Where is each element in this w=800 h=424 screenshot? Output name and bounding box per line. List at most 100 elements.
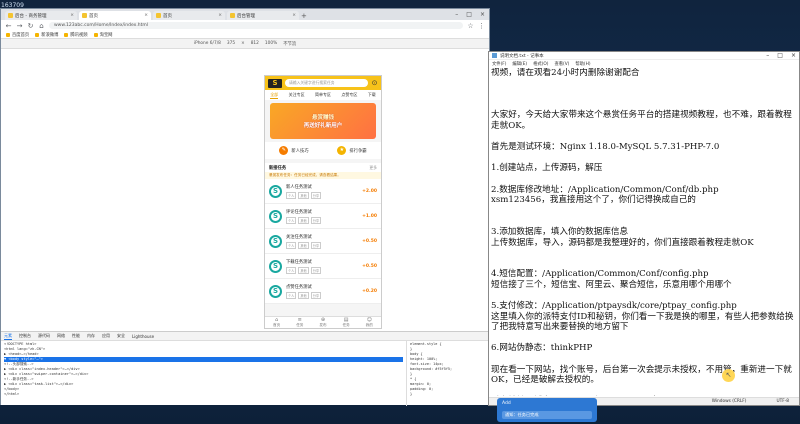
dom-line[interactable]: </html> [4, 392, 403, 397]
tab-category[interactable]: 全部 [270, 92, 279, 99]
star-icon[interactable]: ☆ [467, 22, 474, 30]
tab-category[interactable]: 关注专区 [289, 92, 305, 98]
task-row[interactable]: S 新人任务测试 个人 其他 分享 +2.00 [265, 179, 381, 204]
device-select[interactable]: iPhone 6/7/8 [194, 41, 221, 46]
device-height[interactable]: 812 [251, 41, 259, 46]
notification-icon[interactable]: ⊙ [371, 79, 378, 87]
menu-icon[interactable]: ⋮ [478, 22, 485, 30]
close-icon[interactable]: × [791, 52, 796, 59]
menu-view[interactable]: 查看(V) [554, 61, 569, 67]
encoding: UTF-8 [776, 399, 789, 404]
tab-label: 后台 - 商务管理 [15, 13, 47, 19]
home-icon[interactable]: ⌂ [38, 22, 45, 30]
task-row[interactable]: S 评论任务测试 个人 其他 分享 +1.00 [265, 204, 381, 229]
browser-tab-active[interactable]: 首页 × [79, 11, 151, 20]
close-icon[interactable]: × [70, 13, 74, 18]
tab-favicon-icon [156, 13, 161, 18]
task-tags: 个人 其他 分享 [286, 216, 358, 224]
nav-label: 任务 [342, 323, 350, 327]
tab-category[interactable]: 点赞专区 [341, 92, 357, 98]
close-icon[interactable]: × [480, 11, 485, 18]
menu-format[interactable]: 格式(O) [533, 61, 548, 67]
app-header: S 请输入关键字进行搜索任务 ⊙ [265, 76, 381, 90]
notepad-text-area[interactable]: 视频，请在观看24小时内删除谢谢配合 大家好，今天给大家带来这个悬赏任务平台的搭… [491, 68, 797, 396]
notepad-menu: 文件(F) 编辑(E) 格式(O) 查看(V) 帮助(H) [489, 60, 799, 67]
forward-icon[interactable]: → [16, 22, 23, 30]
bookmark-icon [35, 32, 40, 37]
menu-file[interactable]: 文件(F) [492, 61, 506, 67]
nav-item-home[interactable]: ⌂ 首页 [273, 317, 280, 328]
devtools-tab[interactable]: 控制台 [19, 333, 31, 339]
nav-item-task[interactable]: ≡ 任务 [296, 317, 303, 328]
bookmark-icon [93, 32, 98, 37]
bookmark-item[interactable]: 腾讯视频 [64, 32, 88, 38]
devtools-tab[interactable]: 源代码 [38, 333, 50, 339]
devtools-tab[interactable]: 性能 [72, 333, 80, 339]
task-row[interactable]: S 下载任务测试 个人 其他 分享 +0.50 [265, 254, 381, 279]
browser-tab[interactable]: 后台管理 × [227, 11, 299, 20]
task-tags: 个人 其他 分享 [286, 241, 358, 249]
search-input[interactable]: 请输入关键字进行搜索任务 [285, 79, 368, 87]
throttle-select[interactable]: 不节流 [283, 41, 296, 47]
nav-item-publish[interactable]: ⊕ 发布 [319, 317, 326, 328]
browser-tab[interactable]: 首页 × [153, 11, 225, 20]
leaderboard-button[interactable]: ★ 排行争霸 [337, 146, 367, 155]
maximize-icon[interactable]: □ [466, 11, 472, 18]
task-logo-icon: S [269, 209, 282, 223]
menu-edit[interactable]: 编辑(E) [512, 61, 527, 67]
task-body: 下载任务测试 个人 其他 分享 [286, 259, 358, 274]
nav-item-task2[interactable]: ▤ 任务 [343, 317, 350, 328]
maximize-icon[interactable]: □ [777, 52, 783, 59]
task-tag: 个人 [286, 291, 297, 299]
bookmark-item[interactable]: 淘宝网 [93, 32, 112, 38]
task-row[interactable]: S 点赞任务测试 个人 其他 分享 +0.20 [265, 279, 381, 304]
banner-line: 再送好礼新用户 [303, 123, 343, 129]
task-row[interactable]: S 关注任务测试 个人 其他 分享 +0.50 [265, 229, 381, 254]
close-icon[interactable]: × [144, 13, 148, 18]
tab-favicon-icon [82, 13, 87, 18]
nav-label: 我的 [365, 323, 373, 327]
notepad-window: 说明文档.txt - 记事本 – □ × 文件(F) 编辑(E) 格式(O) 查… [488, 51, 800, 406]
back-icon[interactable]: ← [5, 22, 12, 30]
more-link[interactable]: 更多 [369, 165, 377, 171]
minimize-icon[interactable]: – [455, 11, 458, 18]
task-tags: 个人 其他 分享 [286, 191, 358, 199]
task-name: 评论任务测试 [286, 209, 312, 215]
devtools-tab[interactable]: 元素 [4, 333, 12, 340]
notification-popup[interactable]: Add 通知：任务已完成 [497, 398, 597, 422]
promo-banner[interactable]: 悬赏赚钱 再送好礼新用户 [270, 103, 376, 139]
bookmark-label: 新浪微博 [41, 32, 59, 38]
tab-category[interactable]: 简单专区 [315, 92, 331, 98]
devtools-tab[interactable]: 应用 [102, 333, 110, 339]
task-name: 新人任务测试 [286, 184, 312, 190]
minimize-icon[interactable]: – [766, 52, 769, 59]
bookmark-item[interactable]: 新浪微博 [35, 32, 58, 38]
browser-tab[interactable]: 后台 - 商务管理 × [5, 11, 77, 20]
task-tag: 分享 [310, 241, 322, 249]
tab-bar: 后台 - 商务管理 × 首页 × 首页 × 后台管理 × + – □ × [1, 9, 489, 20]
new-tab-button[interactable]: + [301, 12, 309, 20]
line-ending: Windows (CRLF) [711, 399, 747, 404]
popup-title: Add [502, 401, 511, 406]
devtools-tab[interactable]: 安全 [117, 333, 125, 339]
close-icon[interactable]: × [292, 13, 296, 18]
zoom-select[interactable]: 100% [265, 41, 277, 46]
task-tag: 其他 [298, 291, 309, 299]
devtools-tab[interactable]: Lighthouse [132, 334, 154, 339]
nav-item-profile[interactable]: ☺ 我的 [366, 317, 373, 328]
reload-icon[interactable]: ↻ [27, 22, 34, 30]
url-field[interactable]: www.123abc.com/Home/Index/index.html [49, 22, 463, 29]
devtools-tab[interactable]: 内存 [87, 333, 95, 339]
popup-subtitle: 通知：任务已完成 [502, 411, 592, 419]
newbie-tips-button[interactable]: ✎ 新人技巧 [279, 146, 309, 155]
devtools-tab[interactable]: 网络 [57, 333, 65, 339]
close-icon[interactable]: × [218, 13, 222, 18]
menu-help[interactable]: 帮助(H) [575, 61, 590, 67]
book-icon: ✎ [279, 146, 289, 155]
dom-tree[interactable]: <!DOCTYPE html> <html lang="zh-CN"> ▶ <hea… [1, 341, 406, 406]
tab-category[interactable]: 下载 [368, 92, 376, 98]
bookmark-item[interactable]: 百度首页 [6, 32, 29, 38]
task-reward: +0.50 [362, 238, 377, 244]
device-width[interactable]: 375 [227, 41, 235, 46]
styles-pane[interactable]: element.style {} body { height: 100%; fon… [406, 341, 489, 406]
